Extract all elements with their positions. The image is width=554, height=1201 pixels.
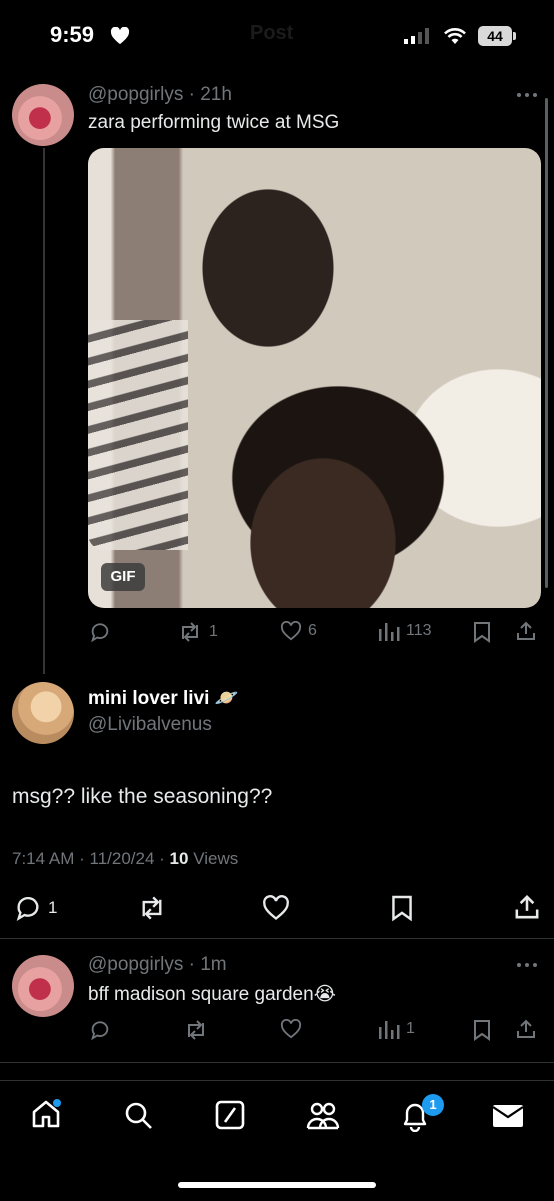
avatar[interactable] [12,84,74,146]
repost-icon[interactable] [136,895,168,921]
views-label: Views [193,849,239,868]
views-chart-icon [379,623,400,641]
heart-outline-icon [280,1019,302,1039]
like-count: 6 [308,622,317,639]
reply-icon [16,896,39,922]
post-text-row: bff madison square garden😭 [88,983,336,1006]
reply-count: 1 [48,898,58,917]
status-time: 9:59 [50,22,95,47]
grok-icon[interactable] [215,1100,245,1130]
more-options-icon[interactable] [516,92,538,98]
author-handle[interactable]: @popgirlys [88,84,183,105]
reply-icon [91,1021,109,1041]
repost-icon [188,1020,204,1040]
battery-tip [513,32,516,40]
reply-button[interactable] [89,1019,111,1041]
thread-line [43,148,45,674]
display-name: mini lover livi [88,688,210,709]
reply-button[interactable]: 1 [14,894,57,922]
like-button[interactable]: 6 [280,621,317,641]
wifi-icon [443,27,467,45]
crying-emoji: 😭 [313,984,336,1005]
share-icon[interactable] [515,620,537,642]
reply-button[interactable] [89,621,111,643]
post-time: 21h [200,84,232,105]
views-count: 10 [169,849,189,868]
notifications-badge: 1 [422,1094,444,1116]
page-title: Post [250,22,294,44]
post-time: 7:14 AM [12,849,75,868]
more-options-icon[interactable] [516,962,538,968]
avatar[interactable] [12,682,74,744]
scrollbar[interactable] [545,98,548,588]
home-icon[interactable] [30,1098,62,1130]
planet-emoji: 🪐 [214,688,239,709]
views-count: 1 [406,1020,415,1037]
gif-badge: GIF [101,563,145,591]
post-meta: @popgirlys · 1m [88,954,227,975]
repost-icon [182,622,198,642]
like-button[interactable] [280,1019,302,1039]
media-detail [88,320,188,550]
communities-icon[interactable] [306,1100,340,1130]
bookmark-icon[interactable] [473,621,491,643]
home-indicator[interactable] [178,1182,376,1188]
post-text: bff madison square garden [88,984,314,1005]
views-button[interactable]: 1 [378,1019,415,1039]
cellular-signal-icon [404,28,434,44]
avatar[interactable] [12,955,74,1017]
post-text: zara performing twice at MSG [88,112,340,133]
views-count: 113 [406,622,432,639]
bookmark-icon[interactable] [391,894,413,922]
share-icon[interactable] [513,893,541,921]
divider [0,938,554,939]
heart-outline-icon [280,621,302,641]
reply-icon [91,623,109,643]
post-text: msg?? like the seasoning?? [12,785,273,808]
battery-indicator: 44 [478,26,512,46]
views-chart-icon [379,1021,400,1039]
post-meta: @popgirlys · 21h [88,84,232,105]
post-time: 1m [200,954,227,975]
search-icon[interactable] [123,1100,153,1130]
share-icon[interactable] [515,1018,537,1040]
divider [0,1062,554,1063]
views-button[interactable]: 113 [378,621,432,641]
heart-outline-icon[interactable] [262,895,290,921]
bookmark-icon[interactable] [473,1019,491,1041]
repost-count: 1 [209,623,218,640]
post-date: 11/20/24 [89,849,155,868]
repost-button[interactable]: 1 [177,621,218,643]
post-timestamp: 7:14 AM · 11/20/24 · 10 Views [12,849,239,868]
repost-button[interactable] [183,1019,209,1041]
heart-icon [110,27,130,45]
author-handle[interactable]: @popgirlys [88,954,183,975]
author-handle[interactable]: @Livibalvenus [88,714,212,736]
display-name-row[interactable]: mini lover livi 🪐 [88,686,238,710]
messages-icon[interactable] [492,1104,524,1128]
